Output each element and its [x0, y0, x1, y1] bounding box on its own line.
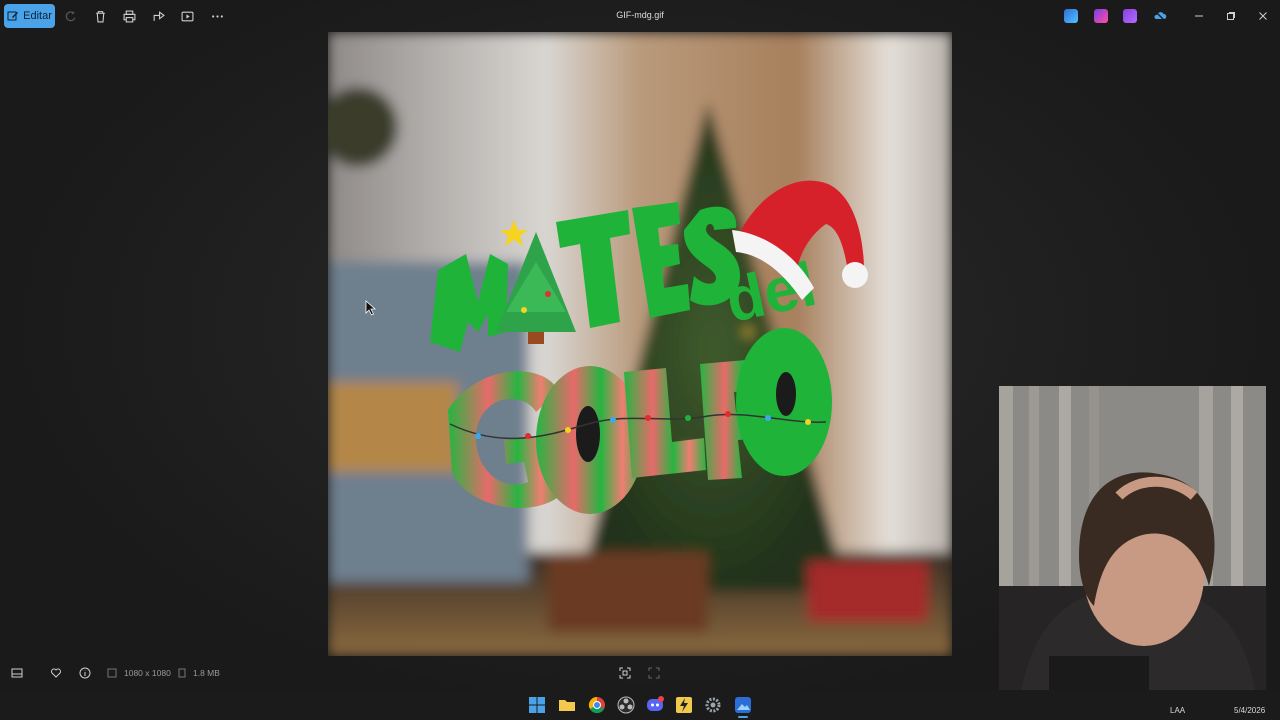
folder-icon	[559, 700, 575, 711]
image-viewer[interactable]: del	[328, 32, 952, 656]
heart-icon	[51, 668, 61, 678]
filmstrip-icon	[11, 668, 23, 678]
minimize-icon	[1195, 15, 1203, 17]
taskbar-date[interactable]: 5/4/2026	[1234, 706, 1265, 715]
chrome-icon	[588, 696, 605, 714]
copilot-icon[interactable]	[1094, 9, 1108, 23]
chrome-button[interactable]	[588, 696, 606, 714]
file-explorer-button[interactable]	[558, 696, 576, 714]
gear-icon	[705, 697, 721, 713]
cloud-offline-icon[interactable]	[1153, 9, 1167, 23]
fit-icon	[619, 667, 631, 679]
file-size: 1.8 MB	[193, 668, 220, 678]
window-title: GIF-mdg.gif	[616, 10, 664, 20]
clipchamp-icon[interactable]	[1123, 9, 1137, 23]
actual-size-icon	[648, 667, 660, 679]
active-app-indicator	[738, 716, 748, 718]
image-dimensions: 1080 x 1080	[124, 668, 171, 678]
minimize-button[interactable]	[1191, 8, 1207, 24]
settings-button[interactable]	[704, 696, 722, 714]
photos-button[interactable]	[734, 696, 752, 714]
restore-icon	[1227, 12, 1235, 20]
dimensions-icon	[105, 666, 119, 680]
editor-app-icon[interactable]	[1064, 9, 1078, 23]
info-button[interactable]	[78, 666, 92, 680]
gif-image: del	[328, 32, 952, 656]
photos-app-window: Editar GIF-mdg.gif del 1080 x 1080 1.8 M…	[0, 0, 1280, 720]
file-size-icon	[175, 666, 189, 680]
start-button[interactable]	[528, 696, 546, 714]
status-bar: 1080 x 1080 1.8 MB	[0, 660, 1000, 684]
winamp-button[interactable]	[675, 696, 693, 714]
filmstrip-button[interactable]	[10, 666, 24, 680]
fit-to-window-button[interactable]	[618, 666, 632, 680]
room-background	[328, 32, 952, 656]
webcam-overlay	[999, 386, 1266, 706]
lightning-icon	[676, 697, 692, 713]
discord-icon	[647, 696, 664, 711]
photos-icon	[735, 697, 751, 713]
mouse-cursor	[365, 300, 377, 316]
info-icon	[79, 667, 91, 679]
close-button[interactable]	[1255, 8, 1271, 24]
obs-icon	[617, 696, 635, 714]
language-indicator[interactable]: LAA	[1170, 706, 1185, 715]
top-toolbar: Editar GIF-mdg.gif	[0, 0, 1280, 32]
restore-button[interactable]	[1223, 8, 1239, 24]
windows-icon	[529, 697, 545, 713]
close-icon	[1259, 12, 1267, 20]
favorite-button[interactable]	[49, 666, 63, 680]
taskbar	[0, 690, 1280, 720]
obs-button[interactable]	[617, 696, 635, 714]
actual-size-button[interactable]	[647, 666, 661, 680]
discord-button[interactable]	[646, 696, 664, 714]
